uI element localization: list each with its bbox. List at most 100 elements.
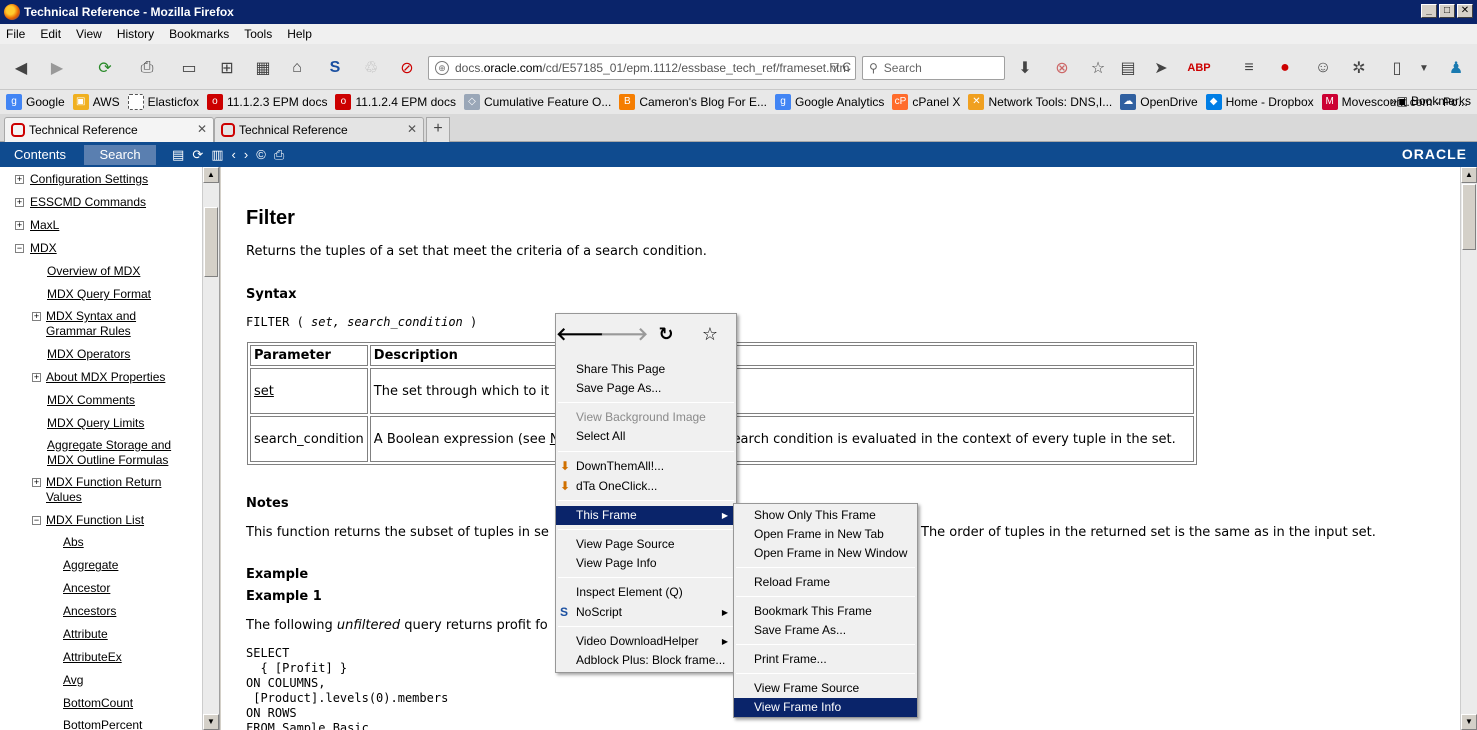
toc-item[interactable]: About MDX Properties	[46, 370, 165, 385]
notification-icon[interactable]: ♟	[1445, 57, 1467, 79]
frame-submenu-item[interactable]: Open Frame in New Window	[734, 544, 917, 563]
toc-item[interactable]: Configuration Settings	[30, 172, 148, 187]
expand-icon[interactable]: +	[32, 312, 41, 321]
context-menu-item[interactable]: View Page Source	[556, 535, 736, 554]
clipboard-icon[interactable]: ▯	[1386, 57, 1408, 79]
close-tab-icon[interactable]: ✕	[197, 122, 207, 136]
bookmark-star-icon[interactable]: ☆	[1087, 57, 1109, 79]
context-menu-item[interactable]: Video DownloadHelper ▶	[556, 632, 736, 651]
menu-file[interactable]: File	[6, 27, 25, 41]
tab-contents[interactable]: Contents	[0, 145, 80, 165]
toc-item[interactable]: BottomCount	[63, 696, 133, 711]
frame-submenu-item[interactable]: Bookmark This Frame	[734, 602, 917, 621]
previous-icon[interactable]: ‹	[232, 147, 236, 163]
sync-toc-icon[interactable]: ⟳	[192, 147, 203, 163]
context-menu-item[interactable]: Inspect Element (Q)	[556, 583, 736, 602]
search-input[interactable]: ⚲ Search	[862, 56, 1005, 80]
window-icon[interactable]: ▭	[178, 57, 200, 79]
scroll-up-icon[interactable]: ▲	[203, 167, 219, 183]
puzzle-icon[interactable]: ✲	[1348, 57, 1370, 79]
toc-item[interactable]: MDX Comments	[47, 393, 135, 408]
frame-submenu-item[interactable]: View Frame Source	[734, 679, 917, 698]
context-menu-item[interactable]: Save Page As...	[556, 379, 736, 398]
block-icon[interactable]: ⊘	[396, 57, 418, 79]
ctx-forward-icon[interactable]: 🡒	[600, 324, 648, 345]
bookmark-item[interactable]: ✕ Network Tools: DNS,I...	[968, 94, 1112, 110]
menu-tools[interactable]: Tools	[244, 27, 272, 41]
all-bookmarks-button[interactable]: ▣ Bookmarks	[1397, 94, 1471, 108]
close-tab-icon[interactable]: ✕	[407, 122, 417, 136]
bookmark-item[interactable]: cP cPanel X	[892, 94, 960, 110]
menu-view[interactable]: View	[76, 27, 102, 41]
context-menu-item[interactable]: This Frame ▶	[556, 506, 736, 525]
collapse-icon[interactable]: −	[15, 244, 24, 253]
frame-submenu-item[interactable]: Show Only This Frame	[734, 506, 917, 525]
ctx-back-icon[interactable]: 🡐	[556, 324, 604, 345]
collapse-icon[interactable]: −	[32, 516, 41, 525]
back-icon[interactable]: ◀	[10, 57, 32, 79]
tab-search[interactable]: Search	[84, 144, 157, 165]
bookmark-item[interactable]: o 11.1.2.4 EPM docs	[335, 94, 456, 110]
print-icon[interactable]: ⎙	[136, 57, 158, 79]
expand-icon[interactable]: +	[32, 478, 41, 487]
toc-item[interactable]: MDX Query Format	[47, 287, 151, 302]
scroll-down-icon[interactable]: ▼	[1461, 714, 1477, 730]
new-tab-button[interactable]: +	[426, 117, 450, 142]
bookmark-item[interactable]: ▣ AWS	[72, 94, 120, 110]
bookmark-item[interactable]: ☁ OpenDrive	[1120, 94, 1198, 110]
param-link-set[interactable]: set	[254, 384, 274, 399]
toc-item[interactable]: Ancestor	[63, 581, 110, 596]
toc-item[interactable]: Ancestors	[63, 604, 116, 619]
toc-item[interactable]: MaxL	[30, 218, 59, 233]
toc-item[interactable]: MDX Query Limits	[47, 416, 144, 431]
context-menu-item[interactable]: Share This Page	[556, 360, 736, 379]
sync-icon[interactable]: ♲	[360, 57, 382, 79]
addon-icon[interactable]: ⊗	[1051, 57, 1073, 79]
print-page-icon[interactable]: ⎙	[274, 147, 284, 163]
context-menu-item[interactable]: View Page Info	[556, 554, 736, 573]
expand-icon[interactable]: +	[15, 221, 24, 230]
frame-submenu-item[interactable]: Save Frame As...	[734, 621, 917, 640]
bookmark-item[interactable]: Elasticfox	[127, 94, 199, 110]
toc-item-continued[interactable]: Grammar Rules	[46, 324, 131, 339]
toc-item-continued[interactable]: Values	[46, 490, 82, 505]
chat-icon[interactable]: ☺	[1312, 57, 1334, 79]
url-bar[interactable]: ⊕ docs. oracle.com/cd/E57185_01/epm.1112/…	[428, 56, 856, 80]
scroll-up-icon[interactable]: ▲	[1461, 167, 1477, 183]
toc-item[interactable]: Avg	[63, 673, 83, 688]
url-controls-icon[interactable]: ▽ C	[830, 60, 851, 74]
ctx-reload-icon[interactable]: ↻	[644, 324, 688, 345]
close-window-button[interactable]: ✕	[1457, 4, 1473, 18]
menu-edit[interactable]: Edit	[40, 27, 61, 41]
bookmarks-list-icon[interactable]: ▤	[1117, 57, 1139, 79]
new-window-icon[interactable]: ⊞	[216, 57, 238, 79]
tab-technical-reference-1[interactable]: Technical Reference ✕	[4, 117, 214, 142]
context-menu-item[interactable]: S NoScript ▶	[556, 603, 736, 622]
bookmark-item[interactable]: g Google	[6, 94, 65, 110]
toc-item[interactable]: AttributeEx	[63, 650, 122, 665]
content-scrollbar[interactable]: ▲ ▼	[1460, 167, 1477, 730]
chevron-down-icon[interactable]: ▼	[1413, 57, 1435, 79]
scroll-thumb[interactable]	[204, 207, 218, 277]
forward-icon[interactable]: ▶	[46, 57, 68, 79]
bookmark-item[interactable]: B Cameron's Blog For E...	[619, 94, 767, 110]
frame-submenu-item[interactable]: Open Frame in New Tab	[734, 525, 917, 544]
frame-submenu-item[interactable]: Reload Frame	[734, 573, 917, 592]
toc-item[interactable]: MDX	[30, 241, 57, 256]
maximize-button[interactable]: □	[1439, 4, 1455, 18]
frame-submenu-item[interactable]: Print Frame...	[734, 650, 917, 669]
next-icon[interactable]: ›	[244, 147, 248, 163]
copyright-icon[interactable]: ©	[256, 147, 266, 163]
toc-item[interactable]: Abs	[63, 535, 84, 550]
bookmark-item[interactable]: g Google Analytics	[775, 94, 884, 110]
toc-item[interactable]: MDX Operators	[47, 347, 130, 362]
home-icon[interactable]: ⌂	[286, 57, 308, 79]
menu-bookmarks[interactable]: Bookmarks	[169, 27, 229, 41]
expand-icon[interactable]: +	[32, 373, 41, 382]
menu-history[interactable]: History	[117, 27, 154, 41]
toc-item[interactable]: MDX Function List	[46, 513, 144, 528]
refresh-addon-icon[interactable]: ⟳	[94, 57, 116, 79]
context-menu-item[interactable]: Adblock Plus: Block frame...	[556, 651, 736, 670]
toc-item[interactable]: MDX Syntax and	[46, 309, 136, 324]
bookmark-item[interactable]: ◆ Home - Dropbox	[1205, 94, 1314, 110]
